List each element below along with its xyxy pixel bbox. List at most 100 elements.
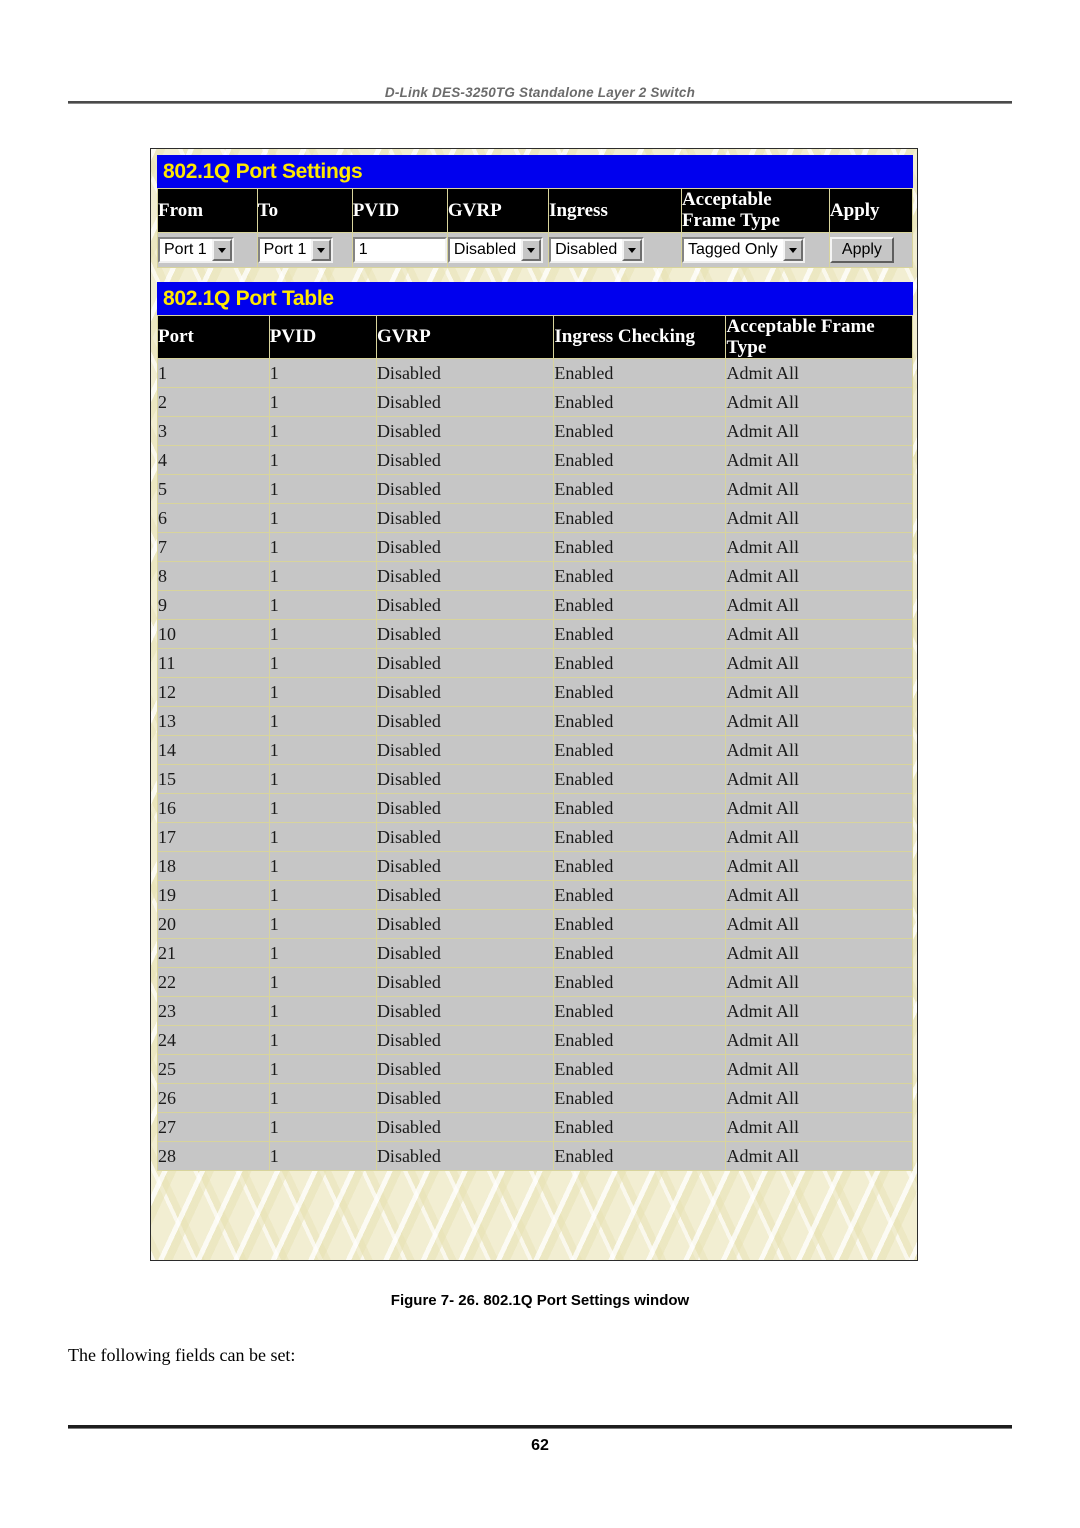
table-cell: Admit All: [725, 822, 913, 853]
table-cell: Enabled: [553, 1141, 727, 1172]
table-cell: Enabled: [553, 793, 727, 824]
table-cell: Admit All: [725, 358, 913, 389]
column-header-gvrp: GVRP: [375, 314, 555, 360]
table-row: 20 1 Disabled Enabled Admit All: [157, 909, 913, 940]
table-row: 11 1 Disabled Enabled Admit All: [157, 648, 913, 679]
column-header-ingress: Ingress: [548, 188, 682, 233]
table-cell: Admit All: [725, 445, 913, 476]
table-cell: Admit All: [725, 387, 913, 418]
switch-web-ui-screenshot: 802.1Q Port Settings From To PVID GVRP I…: [150, 148, 918, 1261]
table-cell: Admit All: [725, 1054, 913, 1085]
table-cell: 7: [157, 532, 270, 563]
table-row: 23 1 Disabled Enabled Admit All: [157, 996, 913, 1027]
table-cell: Admit All: [725, 532, 913, 563]
table-row: 28 1 Disabled Enabled Admit All: [157, 1141, 913, 1172]
table-row: 17 1 Disabled Enabled Admit All: [157, 822, 913, 853]
ingress-cell: Disabled: [548, 231, 682, 268]
table-cell: Disabled: [375, 1112, 555, 1143]
table-cell: Disabled: [375, 793, 555, 824]
table-cell: 21: [157, 938, 270, 969]
table-cell: Admit All: [725, 1112, 913, 1143]
figure-caption-text: Figure 7- 26. 802.1Q Port Settings windo…: [390, 1292, 690, 1309]
table-cell: 1: [268, 996, 377, 1027]
table-cell: Admit All: [725, 619, 913, 650]
table-cell: Enabled: [553, 1054, 727, 1085]
table-cell: 13: [157, 706, 270, 737]
table-cell: Disabled: [375, 619, 555, 650]
table-cell: 16: [157, 793, 270, 824]
table-row: 19 1 Disabled Enabled Admit All: [157, 880, 913, 911]
table-cell: Admit All: [725, 1141, 913, 1172]
table-row: 22 1 Disabled Enabled Admit All: [157, 967, 913, 998]
table-cell: Disabled: [375, 677, 555, 708]
apply-button[interactable]: Apply: [829, 236, 894, 263]
column-header-acceptable-frame-type: Acceptable Frame Type: [680, 188, 830, 233]
table-cell: 25: [157, 1054, 270, 1085]
table-cell: Enabled: [553, 880, 727, 911]
table-cell: Enabled: [553, 387, 727, 418]
table-cell: Disabled: [375, 1083, 555, 1114]
table-cell: 1: [268, 532, 377, 563]
table-cell: Admit All: [725, 735, 913, 766]
chevron-down-icon[interactable]: [311, 238, 332, 261]
table-cell: 1: [268, 793, 377, 824]
table-cell: Disabled: [375, 358, 555, 389]
table-cell: 1: [268, 706, 377, 737]
table-cell: 24: [157, 1025, 270, 1056]
table-cell: Enabled: [553, 938, 727, 969]
table-cell: Enabled: [553, 619, 727, 650]
table-cell: 1: [268, 648, 377, 679]
acceptable-frame-type-select[interactable]: Tagged Only: [681, 236, 805, 263]
table-cell: 1: [268, 387, 377, 418]
table-cell: 1: [268, 1025, 377, 1056]
table-row: 12 1 Disabled Enabled Admit All: [157, 677, 913, 708]
table-cell: 1: [268, 938, 377, 969]
table-cell: 26: [157, 1083, 270, 1114]
table-row: 14 1 Disabled Enabled Admit All: [157, 735, 913, 766]
table-cell: Disabled: [375, 967, 555, 998]
table-cell: 18: [157, 851, 270, 882]
running-header-text: D-Link DES-3250TG Standalone Layer 2 Swi…: [384, 85, 696, 100]
table-cell: Admit All: [725, 561, 913, 592]
table-cell: Enabled: [553, 358, 727, 389]
table-cell: 1: [268, 1083, 377, 1114]
table-cell: 1: [268, 735, 377, 766]
table-cell: 19: [157, 880, 270, 911]
port-settings-form-row: Port 1 Port 1 1 Disabled Disabled Tagged…: [157, 231, 914, 268]
pvid-input[interactable]: 1: [352, 236, 447, 263]
table-cell: 22: [157, 967, 270, 998]
table-cell: 1: [268, 909, 377, 940]
table-row: 1 1 Disabled Enabled Admit All: [157, 358, 913, 389]
table-cell: Disabled: [375, 1141, 555, 1172]
table-row: 5 1 Disabled Enabled Admit All: [157, 474, 913, 505]
table-cell: Disabled: [375, 416, 555, 447]
table-cell: Admit All: [725, 967, 913, 998]
footer-divider: [68, 1425, 1012, 1429]
table-cell: 1: [268, 677, 377, 708]
table-row: 13 1 Disabled Enabled Admit All: [157, 706, 913, 737]
chevron-down-icon[interactable]: [521, 238, 542, 261]
table-cell: 1: [157, 358, 270, 389]
table-cell: 15: [157, 764, 270, 795]
gvrp-cell: Disabled: [446, 231, 550, 268]
table-cell: Disabled: [375, 445, 555, 476]
table-cell: Disabled: [375, 764, 555, 795]
table-cell: Admit All: [725, 880, 913, 911]
chevron-down-icon[interactable]: [782, 238, 803, 261]
table-cell: Disabled: [375, 561, 555, 592]
gvrp-select[interactable]: Disabled: [447, 236, 544, 263]
from-port-select[interactable]: Port 1: [158, 236, 234, 263]
table-cell: Enabled: [553, 764, 727, 795]
chevron-down-icon[interactable]: [622, 238, 643, 261]
table-cell: Disabled: [375, 503, 555, 534]
table-cell: 1: [268, 851, 377, 882]
column-header-gvrp: GVRP: [446, 188, 550, 233]
ingress-select[interactable]: Disabled: [549, 236, 645, 263]
table-cell: Disabled: [375, 706, 555, 737]
table-cell: Enabled: [553, 851, 727, 882]
chevron-down-icon[interactable]: [211, 238, 232, 261]
to-port-select[interactable]: Port 1: [257, 236, 334, 263]
column-header-pvid: PVID: [351, 188, 448, 233]
header-divider: [68, 101, 1012, 104]
ingress-select-value: Disabled: [555, 240, 618, 258]
